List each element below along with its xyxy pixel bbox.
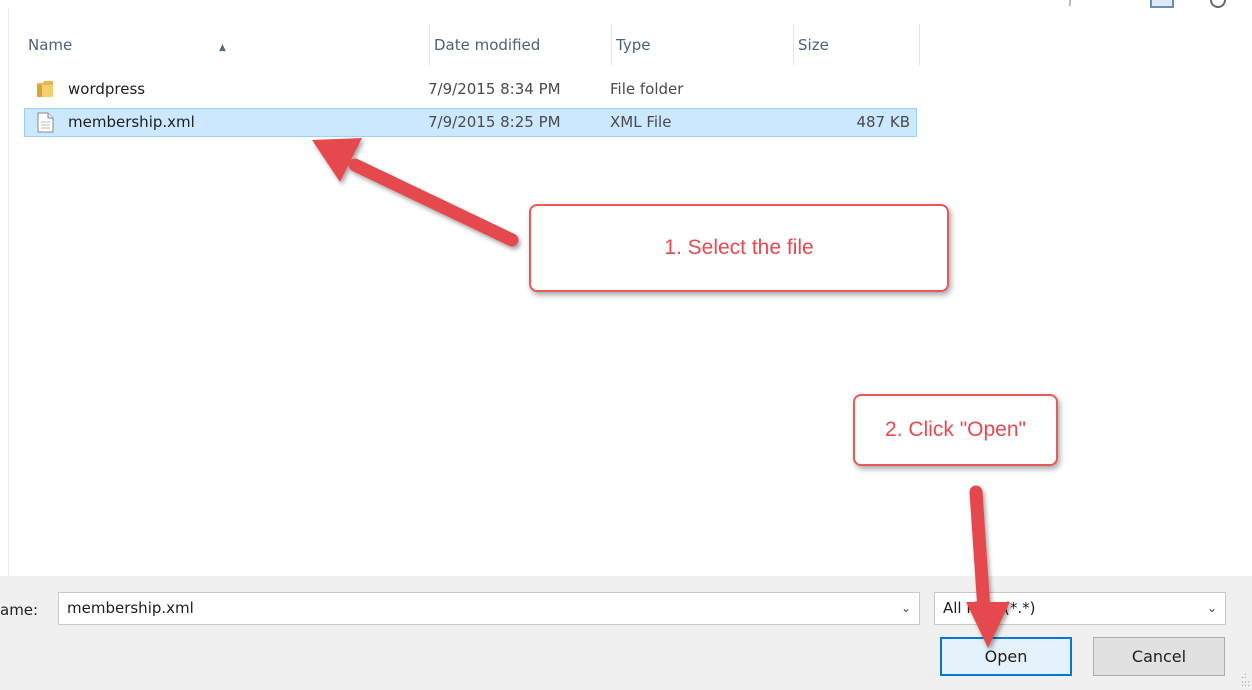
file-name: wordpress — [68, 80, 146, 98]
resize-grip-icon[interactable]: .:::: — [1241, 672, 1250, 689]
toolbar-fragment — [1065, 0, 1075, 8]
file-type-select[interactable]: All Files (*.*) ⌄ — [934, 592, 1226, 625]
file-row-wordpress[interactable]: wordpress 7/9/2015 8:34 PM File folder — [24, 76, 917, 105]
file-type-value: All Files (*.*) — [943, 599, 1036, 617]
annotation-step-2-text: 2. Click "Open" — [885, 418, 1026, 441]
folder-icon — [36, 79, 56, 99]
file-name-value: membership.xml — [67, 599, 194, 617]
annotation-step-1: 1. Select the file — [529, 204, 949, 292]
file-name-input[interactable]: membership.xml ⌄ — [58, 592, 920, 625]
column-header-name[interactable]: Name ▲ — [24, 24, 430, 66]
file-type: XML File — [610, 113, 672, 131]
column-header-size-label: Size — [798, 36, 829, 54]
column-header-name-label: Name — [28, 36, 73, 54]
file-date: 7/9/2015 8:34 PM — [428, 80, 561, 98]
view-options-icon[interactable] — [1150, 0, 1176, 8]
file-size: 487 KB — [856, 113, 910, 131]
file-name: membership.xml — [68, 113, 195, 131]
help-icon[interactable] — [1208, 0, 1228, 8]
sort-ascending-icon: ▲ — [219, 43, 226, 53]
column-header-type-label: Type — [616, 36, 651, 54]
annotation-step-2: 2. Click "Open" — [853, 394, 1058, 466]
column-header-date[interactable]: Date modified — [430, 24, 612, 66]
file-open-dialog: Name ▲ Date modified Type Size wordpress… — [0, 0, 1252, 690]
annotation-step-1-text: 1. Select the file — [664, 236, 814, 259]
document-icon — [37, 112, 57, 134]
file-name-label: ame: — [0, 601, 39, 619]
cancel-button[interactable]: Cancel — [1093, 637, 1225, 676]
file-row-membership-xml[interactable]: membership.xml 7/9/2015 8:25 PM XML File… — [24, 108, 917, 137]
chevron-down-icon[interactable]: ⌄ — [901, 593, 911, 624]
file-type: File folder — [610, 80, 684, 98]
column-header-size[interactable]: Size — [794, 24, 920, 66]
column-header-type[interactable]: Type — [612, 24, 794, 66]
chevron-down-icon[interactable]: ⌄ — [1207, 593, 1217, 624]
column-header-row: Name ▲ Date modified Type Size — [24, 24, 924, 66]
open-button[interactable]: Open — [940, 637, 1072, 676]
column-header-date-label: Date modified — [434, 36, 541, 54]
file-date: 7/9/2015 8:25 PM — [428, 113, 561, 131]
